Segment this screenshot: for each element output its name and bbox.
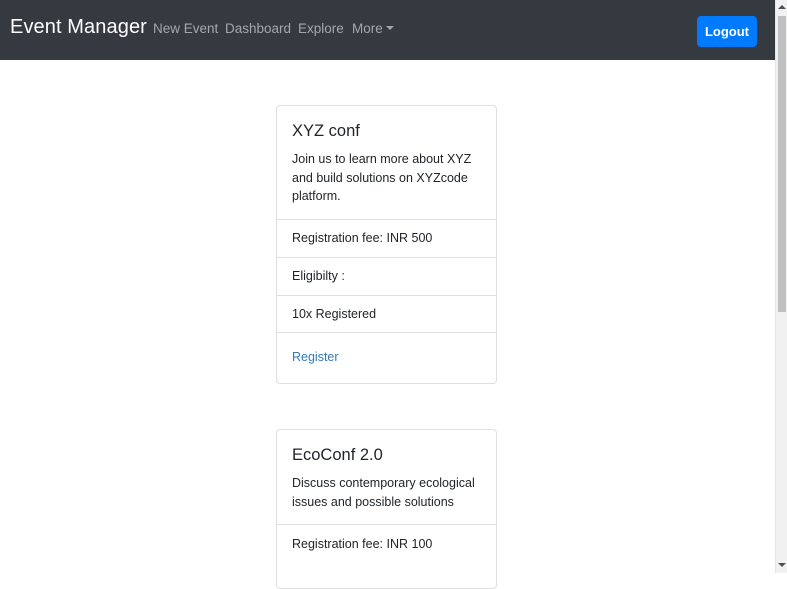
nav-more-label: More (352, 21, 383, 36)
event-description: Discuss contemporary ecological issues a… (292, 476, 475, 509)
event-card-body: EcoConf 2.0 Discuss contemporary ecologi… (277, 430, 496, 524)
vertical-scrollbar[interactable] (775, 0, 787, 573)
event-card-footer: Register (277, 331, 496, 382)
nav-dashboard[interactable]: Dashboard (225, 21, 291, 36)
event-fee: Registration fee: INR 100 (277, 524, 496, 562)
event-card-body: XYZ conf Join us to learn more about XYZ… (277, 106, 496, 219)
scroll-down-arrow-icon[interactable] (778, 563, 786, 567)
logout-button[interactable]: Logout (697, 16, 757, 47)
event-title: XYZ conf (292, 122, 360, 140)
event-card: XYZ conf Join us to learn more about XYZ… (276, 105, 497, 384)
event-registered-count: 10x Registered (277, 294, 496, 332)
event-title: EcoConf 2.0 (292, 446, 383, 464)
register-link[interactable]: Register (292, 350, 339, 364)
scroll-up-arrow-icon[interactable] (778, 5, 786, 9)
brand-title[interactable]: Event Manager (10, 16, 147, 39)
event-fee: Registration fee: INR 500 (277, 218, 496, 257)
nav-more-dropdown[interactable]: More (352, 21, 394, 36)
scrollbar-thumb[interactable] (778, 16, 786, 312)
event-card: EcoConf 2.0 Discuss contemporary ecologi… (276, 429, 497, 589)
nav-new-event[interactable]: New Event (153, 21, 218, 36)
caret-down-icon (385, 26, 394, 30)
nav-explore[interactable]: Explore (298, 21, 344, 36)
event-eligibility: Eligibilty : (277, 256, 496, 295)
top-navbar: Event Manager New Event Dashboard Explor… (0, 0, 775, 60)
event-description: Join us to learn more about XYZ and buil… (292, 152, 472, 204)
